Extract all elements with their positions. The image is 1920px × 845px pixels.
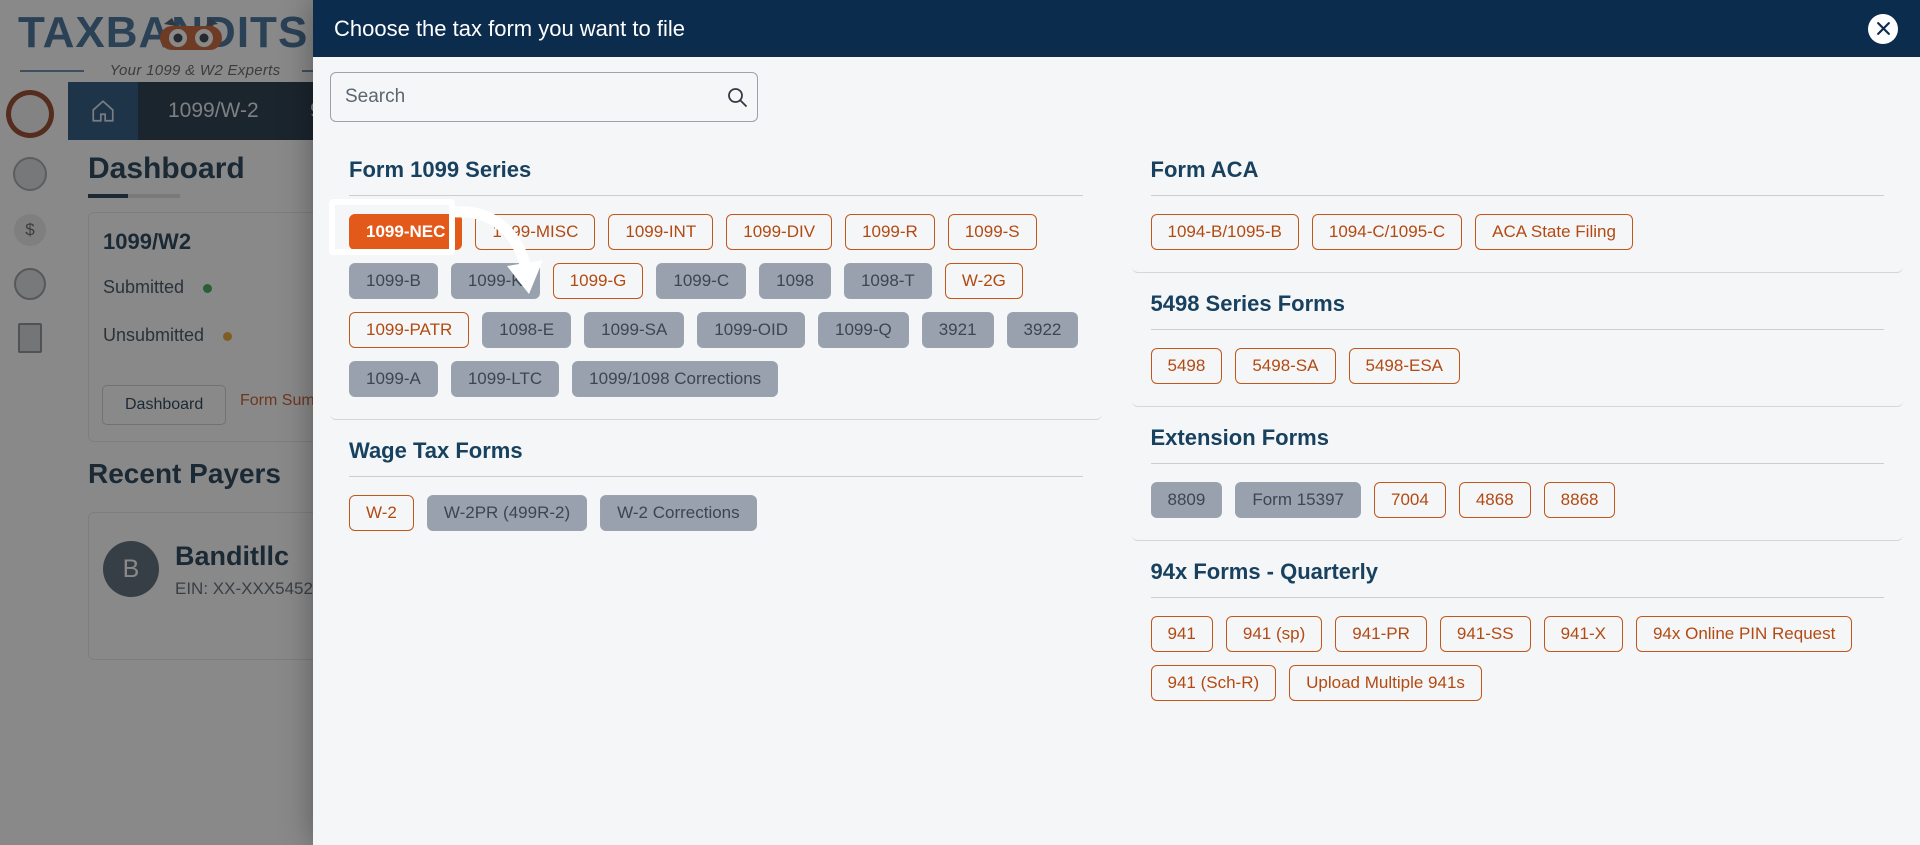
form-button-3921: 3921 (921, 312, 994, 348)
form-section: Extension Forms 8809 Form 15397 7004 4868 886… (1131, 407, 1903, 541)
section-title: Extension Forms (1150, 425, 1329, 450)
section-title: Form ACA (1150, 157, 1259, 182)
form-button-upload-multiple-941s[interactable]: Upload Multiple 941s (1289, 665, 1482, 701)
section-title: 94x Forms - Quarterly (1150, 559, 1378, 584)
form-button-1099-misc[interactable]: 1099-MISC (475, 214, 596, 250)
form-button-w-2-corrections: W-2 Corrections (600, 495, 757, 531)
form-sections-columns: Form 1099 Series 1099-NEC 1099-MISC 1099-IN… (313, 139, 1920, 845)
form-button-7004[interactable]: 7004 (1374, 482, 1446, 518)
form-button-row: W-2 W-2PR (499R-2) W-2 Corrections (349, 495, 1083, 531)
right-column: Form ACA 1094-B/1095-B 1094-C/1095-C ACA St… (1131, 139, 1903, 845)
form-button-row: 941 941 (sp) 941-PR 941-SS 941-X 94x Online P… (1150, 616, 1885, 701)
section-divider (1150, 329, 1884, 330)
form-button-w-2[interactable]: W-2 (349, 495, 414, 531)
form-button-1098: 1098 (759, 263, 831, 299)
search-box[interactable] (330, 72, 758, 122)
form-button-5498[interactable]: 5498 (1150, 348, 1223, 384)
section-title: Form 1099 Series (349, 157, 532, 182)
form-button-941-sch-r[interactable]: 941 (Sch-R) (1150, 665, 1277, 701)
form-button-941-x[interactable]: 941-X (1543, 616, 1623, 652)
modal-body: Form 1099 Series 1099-NEC 1099-MISC 1099-IN… (313, 57, 1920, 845)
search-icon[interactable] (717, 85, 757, 109)
form-button-1099-b: 1099-B (349, 263, 438, 299)
form-button-row: 1094-B/1095-B 1094-C/1095-C ACA State Fili… (1150, 214, 1885, 250)
form-button-1098-t: 1098-T (843, 263, 932, 299)
modal-title: Choose the tax form you want to file (334, 15, 685, 41)
form-button-row: 1099-NEC 1099-MISC 1099-INT 1099-DIV 1099-R 1… (349, 214, 1083, 397)
section-divider (1150, 463, 1884, 464)
form-button-w-2pr-499r-2: W-2PR (499R-2) (426, 495, 588, 531)
form-button-1099-s[interactable]: 1099-S (947, 214, 1037, 250)
form-button-aca-state-filing[interactable]: ACA State Filing (1475, 214, 1633, 250)
form-button-1099-c: 1099-C (656, 263, 747, 299)
form-section: Form 1099 Series 1099-NEC 1099-MISC 1099-IN… (330, 139, 1102, 420)
close-icon[interactable] (1868, 13, 1898, 44)
form-button-4868[interactable]: 4868 (1458, 482, 1531, 518)
form-button-w-2g[interactable]: W-2G (944, 263, 1023, 299)
form-button-1099-sa: 1099-SA (584, 312, 685, 348)
form-button-1099-a: 1099-A (349, 361, 438, 397)
form-button-1099-k: 1099-K (450, 263, 540, 299)
form-button-1099-div[interactable]: 1099-DIV (726, 214, 833, 250)
form-section: Form ACA 1094-B/1095-B 1094-C/1095-C ACA St… (1131, 139, 1903, 273)
left-column: Form 1099 Series 1099-NEC 1099-MISC 1099-IN… (330, 139, 1102, 845)
screen: TAXBANDITS TM Your 1099 & W2 Experts (0, 0, 1920, 845)
form-button-1098-e: 1098-E (482, 312, 572, 348)
form-button-941-pr[interactable]: 941-PR (1335, 616, 1427, 652)
form-button-1099-r[interactable]: 1099-R (845, 214, 935, 250)
section-divider (1150, 195, 1884, 196)
form-button-3922: 3922 (1006, 312, 1079, 348)
form-button-1094-b-1095-b[interactable]: 1094-B/1095-B (1150, 214, 1299, 250)
form-button-1099-nec[interactable]: 1099-NEC (349, 214, 463, 250)
modal-header: Choose the tax form you want to file (313, 0, 1920, 57)
form-button-1099-patr[interactable]: 1099-PATR (349, 312, 470, 348)
form-button-5498-sa[interactable]: 5498-SA (1235, 348, 1336, 384)
form-button-1099-g[interactable]: 1099-G (552, 263, 644, 299)
section-title: 5498 Series Forms (1150, 291, 1345, 316)
form-button-941[interactable]: 941 (1150, 616, 1213, 652)
form-button-94x-online-pin-request[interactable]: 94x Online PIN Request (1635, 616, 1853, 652)
form-button-1099-ltc: 1099-LTC (450, 361, 560, 397)
form-section: 94x Forms - Quarterly 941 941 (sp) 941-PR 94… (1131, 541, 1903, 723)
form-button-1099-oid: 1099-OID (697, 312, 805, 348)
form-button-941-ss[interactable]: 941-SS (1439, 616, 1531, 652)
form-button-1094-c-1095-c[interactable]: 1094-C/1095-C (1311, 214, 1463, 250)
form-button-1099-1098-corrections: 1099/1098 Corrections (572, 361, 779, 397)
section-divider (349, 195, 1083, 196)
form-button-1099-int[interactable]: 1099-INT (608, 214, 714, 250)
choose-tax-form-modal: Choose the tax form you want to file For… (313, 0, 1920, 845)
section-divider (1150, 597, 1884, 598)
form-button-8868[interactable]: 8868 (1543, 482, 1616, 518)
form-button-form-15397: Form 15397 (1235, 482, 1361, 518)
section-divider (349, 476, 1083, 477)
form-button-941-sp[interactable]: 941 (sp) (1225, 616, 1323, 652)
form-button-row: 8809 Form 15397 7004 4868 8868 (1150, 482, 1885, 518)
section-title: Wage Tax Forms (349, 438, 523, 463)
form-button-row: 5498 5498-SA 5498-ESA (1150, 348, 1885, 384)
form-button-5498-esa[interactable]: 5498-ESA (1348, 348, 1460, 384)
form-button-8809: 8809 (1150, 482, 1223, 518)
form-button-1099-q: 1099-Q (818, 312, 909, 348)
form-section: Wage Tax Forms W-2 W-2PR (499R-2) W-2 Corre… (330, 420, 1102, 553)
search-input[interactable] (331, 86, 717, 108)
form-section: 5498 Series Forms 5498 5498-SA 5498-ESA (1131, 273, 1903, 407)
